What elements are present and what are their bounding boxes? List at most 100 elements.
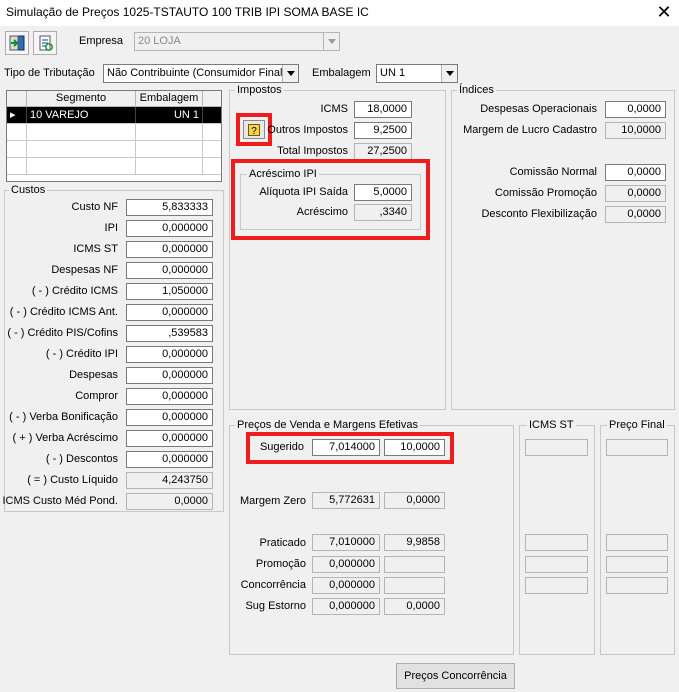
credito-icms-ant-label: ( - ) Crédito ICMS Ant. [9,306,118,318]
custos-title: Custos [9,184,48,196]
descontos-field[interactable]: 0,000000 [126,451,213,468]
embalagem-select[interactable]: UN 1 [376,64,458,83]
promocao-price-field: 0,000000 [312,556,380,573]
table-row[interactable]: ▸ 10 VAREJO UN 1 [7,107,221,124]
segment-cell[interactable]: 10 VAREJO [27,107,136,123]
exit-button[interactable] [5,31,29,55]
icms-st-sugerido-field [525,439,588,456]
chevron-down-icon[interactable] [282,65,298,82]
help-book-icon: ? [248,123,260,137]
acrescimo-label: Acréscimo [296,206,348,218]
margem-zero-label: Margem Zero [239,495,306,507]
custo-nf-label: Custo NF [71,201,118,213]
sugerido-price-field[interactable]: 7,014000 [312,439,380,456]
icms-st-field[interactable]: 0,000000 [126,241,213,258]
verba-acrescimo-field[interactable]: 0,000000 [126,430,213,447]
praticado-margin-field: 9,9858 [384,534,445,551]
tributacao-value: Não Contribuinte (Consumidor Final) [107,67,287,79]
exit-door-icon [9,35,25,51]
acrescimo-field: ,3340 [354,204,412,221]
precos-concorrencia-button[interactable]: Preços Concorrência [396,663,515,689]
segment-col-header[interactable]: Segmento [27,91,136,106]
table-row[interactable] [7,158,221,175]
empresa-label: Empresa [79,35,124,47]
despesas-nf-label: Despesas NF [51,264,118,276]
icms-st-title: ICMS ST [527,419,576,431]
segment-grid[interactable]: Segmento Embalagem ▸ 10 VAREJO UN 1 [6,90,222,182]
credito-icms-ant-field[interactable]: 0,000000 [126,304,213,321]
credito-icms-label: ( - ) Crédito ICMS [31,285,118,297]
concorrencia-label: Concorrência [240,579,306,591]
margem-zero-price-field: 5,772631 [312,492,380,509]
table-row[interactable] [7,141,221,158]
desconto-flexibilizacao-label: Desconto Flexibilização [481,208,597,220]
preco-final-concorrencia-field [606,577,668,594]
embalagem-col-header[interactable]: Embalagem [136,91,203,106]
acrescimo-ipi-group [240,174,421,230]
embalagem-label: Embalagem [312,67,371,79]
comissao-normal-field[interactable]: 0,0000 [605,164,666,181]
margem-zero-margin-field: 0,0000 [384,492,445,509]
row-indicator: ▸ [7,107,27,123]
despesas-field[interactable]: 0,000000 [126,367,213,384]
despesas-nf-field[interactable]: 0,000000 [126,262,213,279]
icms-field[interactable]: 18,0000 [354,101,412,118]
outros-impostos-label: Outros Impostos [267,124,348,136]
promocao-margin-field [384,556,445,573]
tributacao-select[interactable]: Não Contribuinte (Consumidor Final) [103,64,299,83]
tributacao-label: Tipo de Tributação [4,67,95,79]
despesas-operacionais-field[interactable]: 0,0000 [605,101,666,118]
credito-pis-cofins-label: ( - ) Crédito PIS/Cofins [7,327,118,339]
icms-st-concorrencia-field [525,577,588,594]
preco-final-praticado-field [606,534,668,551]
empresa-select: 20 LOJA [134,32,340,51]
verba-bonificacao-field[interactable]: 0,000000 [126,409,213,426]
credito-icms-field[interactable]: 1,050000 [126,283,213,300]
credito-pis-cofins-field[interactable]: ,539583 [126,325,213,342]
margem-lucro-label: Margem de Lucro Cadastro [463,124,597,136]
acrescimo-ipi-title: Acréscimo IPI [247,168,319,180]
sugerido-margin-field[interactable]: 10,0000 [384,439,445,456]
chevron-down-icon [323,33,339,50]
praticado-price-field: 7,010000 [312,534,380,551]
table-row[interactable] [7,124,221,141]
svg-text:?: ? [251,126,257,137]
promocao-label: Promoção [255,558,306,570]
sug-estorno-price-field: 0,000000 [312,598,380,615]
comissao-promocao-field: 0,0000 [605,185,666,202]
concorrencia-margin-field [384,577,445,594]
despesas-label: Despesas [69,369,118,381]
aliquota-ipi-label: Alíquota IPI Saída [259,186,348,198]
concorrencia-price-field: 0,000000 [312,577,380,594]
close-icon[interactable]: ✕ [650,1,678,25]
custo-liquido-field: 4,243750 [126,472,213,489]
desconto-flexibilizacao-field: 0,0000 [605,206,666,223]
segment-grid-header: Segmento Embalagem [7,91,221,107]
compror-field[interactable]: 0,000000 [126,388,213,405]
window-title: Simulação de Preços 1025-TSTAUTO 100 TRI… [6,5,369,19]
precos-title: Preços de Venda e Margens Efetivas [235,419,420,431]
icms-custo-medio-field: 0,0000 [126,493,213,510]
aliquota-ipi-field[interactable]: 5,0000 [354,184,412,201]
icms-custo-medio-label: ICMS Custo Méd Pond. [2,495,118,507]
total-impostos-label: Total Impostos [277,145,348,157]
ipi-field[interactable]: 0,000000 [126,220,213,237]
custo-liquido-label: ( = ) Custo Líquido [27,474,118,486]
credito-ipi-field[interactable]: 0,000000 [126,346,213,363]
outros-impostos-field[interactable]: 9,2500 [354,122,412,139]
despesas-operacionais-label: Despesas Operacionais [480,103,597,115]
total-impostos-field: 27,2500 [354,143,412,160]
icms-label: ICMS [320,103,349,115]
help-button[interactable]: ? [243,120,265,139]
chevron-down-icon[interactable] [441,65,457,82]
indices-title: Índices [457,84,496,96]
ipi-label: IPI [104,222,118,234]
custo-nf-field[interactable]: 5,833333 [126,199,213,216]
refresh-button[interactable] [33,31,57,55]
sug-estorno-label: Sug Estorno [245,600,306,612]
preco-final-sugerido-field [606,439,668,456]
embalagem-cell[interactable]: UN 1 [136,107,203,123]
sug-estorno-margin-field: 0,0000 [384,598,445,615]
comissao-promocao-label: Comissão Promoção [494,187,597,199]
icms-st-praticado-field [525,534,588,551]
